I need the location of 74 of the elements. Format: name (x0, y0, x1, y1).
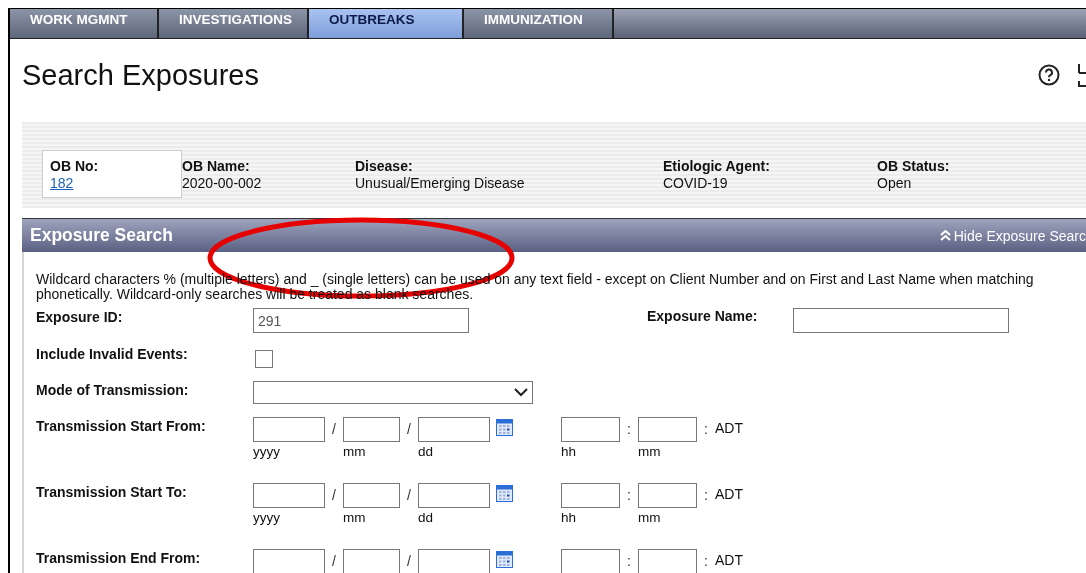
time-field[interactable] (561, 483, 620, 508)
help-icon[interactable] (1038, 64, 1060, 86)
time-field[interactable] (638, 483, 697, 508)
field-label: Transmission Start To: (36, 483, 188, 500)
field-caption: hh (561, 444, 578, 459)
time-separator: : (703, 486, 709, 503)
nav-tab[interactable]: OUTBREAKS (309, 9, 464, 38)
date-separator: / (331, 420, 337, 437)
date-field[interactable] (343, 417, 400, 442)
hide-search-link[interactable]: Hide Exposure Searc (939, 227, 1086, 244)
summary-value: COVID-19 (663, 175, 729, 192)
time-separator: : (626, 486, 632, 503)
date-separator: / (406, 552, 412, 569)
field-caption: mm (638, 444, 662, 459)
timezone-label: ADT (715, 551, 743, 568)
time-field[interactable] (638, 417, 697, 442)
time-field[interactable] (561, 549, 620, 573)
section-title: Exposure Search (30, 225, 174, 246)
summary-label: OB Status: (877, 158, 951, 175)
chevron-down-icon (514, 388, 528, 397)
summary-value: 2020-00-002 (182, 175, 263, 192)
calendar-icon[interactable] (496, 485, 513, 502)
dropdown-field[interactable] (253, 381, 533, 404)
field-caption: mm (343, 444, 367, 459)
nav-tab[interactable]: WORK MGMNT (10, 9, 159, 38)
field-label: Exposure Name: (647, 308, 759, 324)
summary-value: Unusual/Emerging Disease (355, 175, 526, 192)
exposure-id-field[interactable]: 291 (253, 308, 469, 333)
date-separator: / (331, 552, 337, 569)
date-separator: / (331, 486, 337, 503)
field-label: Transmission End From: (36, 549, 202, 566)
field-caption: yyyy (253, 510, 281, 525)
summary-value: Open (877, 175, 913, 192)
time-separator: : (626, 420, 632, 437)
date-field[interactable] (253, 549, 325, 573)
summary-label: OB Name: (182, 158, 251, 175)
field-caption: dd (418, 444, 435, 459)
summary-label: OB No: (50, 158, 100, 175)
field-label: Exposure ID: (36, 308, 124, 325)
time-separator: : (703, 552, 709, 569)
field-caption: mm (343, 510, 367, 525)
page-title: Search Exposures (22, 58, 260, 92)
time-field[interactable] (561, 417, 620, 442)
date-field[interactable] (343, 483, 400, 508)
field-label: Mode of Transmission: (36, 381, 190, 398)
date-field[interactable] (343, 549, 400, 573)
field-caption: dd (418, 510, 435, 525)
date-field[interactable] (418, 483, 490, 508)
exposure-name-field[interactable] (793, 308, 1009, 333)
timezone-label: ADT (715, 419, 743, 436)
time-field[interactable] (638, 549, 697, 573)
field-caption: mm (638, 510, 662, 525)
nav-tab[interactable]: INVESTIGATIONS (159, 9, 309, 38)
field-label: Transmission Start From: (36, 417, 207, 434)
date-field[interactable] (418, 549, 490, 573)
nav-tab[interactable]: IMMUNIZATION (464, 9, 614, 38)
time-separator: : (626, 552, 632, 569)
field-caption: hh (561, 510, 578, 525)
summary-label: Disease: (355, 158, 414, 175)
outbreak-number-link[interactable]: 182 (50, 175, 74, 191)
field-caption: yyyy (253, 444, 281, 459)
date-field[interactable] (253, 483, 325, 508)
calendar-icon[interactable] (496, 419, 513, 436)
date-field[interactable] (253, 417, 325, 442)
date-field[interactable] (418, 417, 490, 442)
double-chevron-up-icon (939, 230, 951, 241)
date-separator: / (406, 420, 412, 437)
time-separator: : (703, 420, 709, 437)
summary-label: Etiologic Agent: (663, 158, 771, 175)
timezone-label: ADT (715, 485, 743, 502)
calendar-icon[interactable] (496, 551, 513, 568)
checkbox[interactable] (255, 350, 273, 368)
date-separator: / (406, 486, 412, 503)
field-label: Include Invalid Events: (36, 345, 189, 362)
